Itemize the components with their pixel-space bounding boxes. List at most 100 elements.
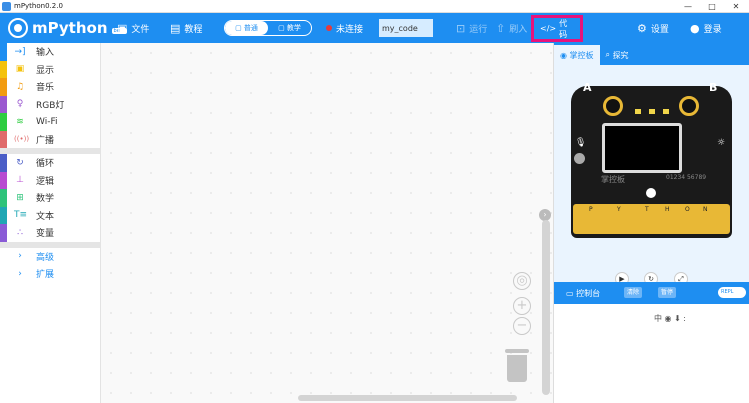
button-a-label: A	[583, 81, 592, 94]
variable-icon: ∴	[17, 227, 23, 238]
bulb-icon: ♀	[16, 99, 24, 110]
tab-board[interactable]: ◉ 掌控板	[554, 45, 600, 65]
teach-mode-icon: ▢	[278, 24, 287, 32]
zoom-out-icon[interactable]: −	[513, 317, 531, 335]
console-pause-button[interactable]: 暂停	[658, 287, 677, 298]
category-wifi[interactable]: ≋ Wi-Fi	[0, 113, 100, 131]
category-label: 输入	[36, 48, 55, 59]
category-extensions[interactable]: › 扩展	[0, 265, 100, 283]
tutorial-button[interactable]: ▤ 教程	[170, 13, 202, 43]
login-label: 登录	[703, 24, 722, 35]
broadcast-icon: ((•))	[14, 135, 30, 144]
category-math[interactable]: ⊞ 数学	[0, 189, 100, 207]
ime-toolbar: 中 ◉ ⬇ :	[654, 314, 687, 323]
trash-icon[interactable]	[505, 349, 529, 383]
maximize-button[interactable]: □	[700, 0, 724, 13]
settings-button[interactable]: ⚙ 设置	[637, 13, 669, 43]
chevron-right-icon: ›	[18, 268, 22, 279]
mode-normal-label: 普通	[243, 24, 258, 32]
board-icon: ◉	[560, 50, 570, 60]
category-label: 扩展	[36, 270, 55, 281]
edge-connector: P Y T H O N	[573, 204, 730, 234]
gear-icon: ⚙	[637, 21, 647, 35]
console-label: 控制台	[576, 288, 601, 298]
code-icon: </>	[540, 24, 557, 33]
mode-teach-button[interactable]: ▢ 教学	[268, 21, 311, 35]
button-b[interactable]	[679, 96, 699, 116]
pin-label: T	[645, 206, 649, 213]
category-variable[interactable]: ∴ 变量	[0, 224, 100, 242]
button-a[interactable]	[603, 96, 623, 116]
rgb-led	[649, 109, 655, 114]
app-icon	[2, 1, 11, 11]
run-button[interactable]: ⊡ 运行	[456, 13, 487, 43]
math-icon: ⊞	[16, 192, 24, 203]
workspace-vertical-scrollbar[interactable]	[542, 220, 550, 395]
minimize-button[interactable]: —	[676, 0, 700, 13]
console-output[interactable]: 中 ◉ ⬇ :	[554, 304, 749, 403]
logo-text: mPython	[32, 19, 108, 37]
file-icon: ▣	[117, 21, 128, 35]
flash-button[interactable]: ⇧ 刷入	[496, 13, 527, 43]
light-sensor	[574, 153, 585, 164]
category-label: 显示	[36, 65, 55, 76]
category-input[interactable]: →] 输入	[0, 43, 100, 61]
input-icon: →]	[14, 46, 26, 57]
wifi-icon: ≋	[16, 116, 24, 127]
pin-label: N	[703, 206, 708, 213]
display-icon: ▣	[15, 64, 25, 75]
code-label: 代码	[559, 18, 568, 39]
console-clear-button[interactable]: 清除	[624, 287, 643, 298]
block-category-sidebar: →] 输入 ▣ 显示 ♫ 音乐 ♀ RGB灯 ≋ Wi-Fi ((•)) 广播 …	[0, 43, 101, 403]
category-display[interactable]: ▣ 显示	[0, 60, 100, 78]
sun-icon: ☼	[717, 138, 726, 148]
mode-normal-button[interactable]: ▢ 普通	[225, 21, 268, 35]
category-rgb[interactable]: ♀ RGB灯	[0, 95, 100, 113]
tutorial-icon: ▤	[170, 21, 181, 35]
category-color-bar	[0, 206, 7, 224]
category-label: 文本	[36, 211, 55, 222]
connection-status[interactable]: 未连接	[326, 13, 363, 43]
user-icon: ●	[690, 21, 700, 35]
tutorial-label: 教程	[184, 24, 203, 35]
logic-icon: ⊥	[16, 175, 24, 186]
block-workspace[interactable]	[101, 43, 553, 403]
rgb-led	[663, 109, 669, 114]
mode-teach-label: 教学	[286, 24, 301, 32]
text-icon: T≡	[14, 210, 28, 221]
close-button[interactable]: ✕	[724, 0, 748, 13]
workspace-horizontal-scrollbar[interactable]	[298, 395, 517, 401]
category-label: 广播	[36, 135, 55, 146]
board-simulator: A B 🎙 ☼ 掌控板 01234 56789 P Y T H O N ▶ ↻ …	[554, 65, 749, 286]
status-dot-icon	[326, 25, 332, 31]
loop-icon: ↻	[16, 157, 24, 168]
repl-toggle[interactable]: REPL	[718, 287, 746, 298]
category-broadcast[interactable]: ((•)) 广播	[0, 130, 100, 148]
pin-label: P	[589, 206, 593, 213]
file-menu-button[interactable]: ▣ 文件	[117, 13, 149, 43]
category-label: 数学	[36, 194, 55, 205]
flash-label: 刷入	[509, 24, 528, 35]
controller-board: A B 🎙 ☼ 掌控板 01234 56789 P Y T H O N	[571, 81, 732, 238]
music-icon: ♫	[15, 81, 25, 92]
rgb-led	[635, 109, 641, 114]
category-advanced[interactable]: › 高级	[0, 248, 100, 266]
oled-screen	[602, 123, 682, 173]
category-logic[interactable]: ⊥ 逻辑	[0, 171, 100, 189]
board-serial: 01234 56789	[666, 174, 707, 181]
tab-explore[interactable]: ⌕ 探究	[600, 45, 635, 65]
zoom-in-icon[interactable]: +	[513, 297, 531, 315]
category-text[interactable]: T≡ 文本	[0, 206, 100, 224]
board-brand: 掌控板	[601, 175, 625, 184]
center-view-icon[interactable]: ◎	[513, 272, 531, 290]
category-loop[interactable]: ↻ 循环	[0, 154, 100, 172]
code-view-button[interactable]: </> 代码	[531, 15, 583, 42]
login-button[interactable]: ● 登录	[690, 13, 722, 43]
window-titlebar: mPython0.2.0 — □ ✕	[0, 0, 749, 13]
category-color-bar	[0, 113, 7, 131]
category-music[interactable]: ♫ 音乐	[0, 78, 100, 96]
app-logo: mPython beta	[8, 18, 127, 38]
project-name-input[interactable]	[379, 19, 433, 37]
logo-icon	[8, 18, 28, 38]
run-label: 运行	[469, 24, 488, 35]
